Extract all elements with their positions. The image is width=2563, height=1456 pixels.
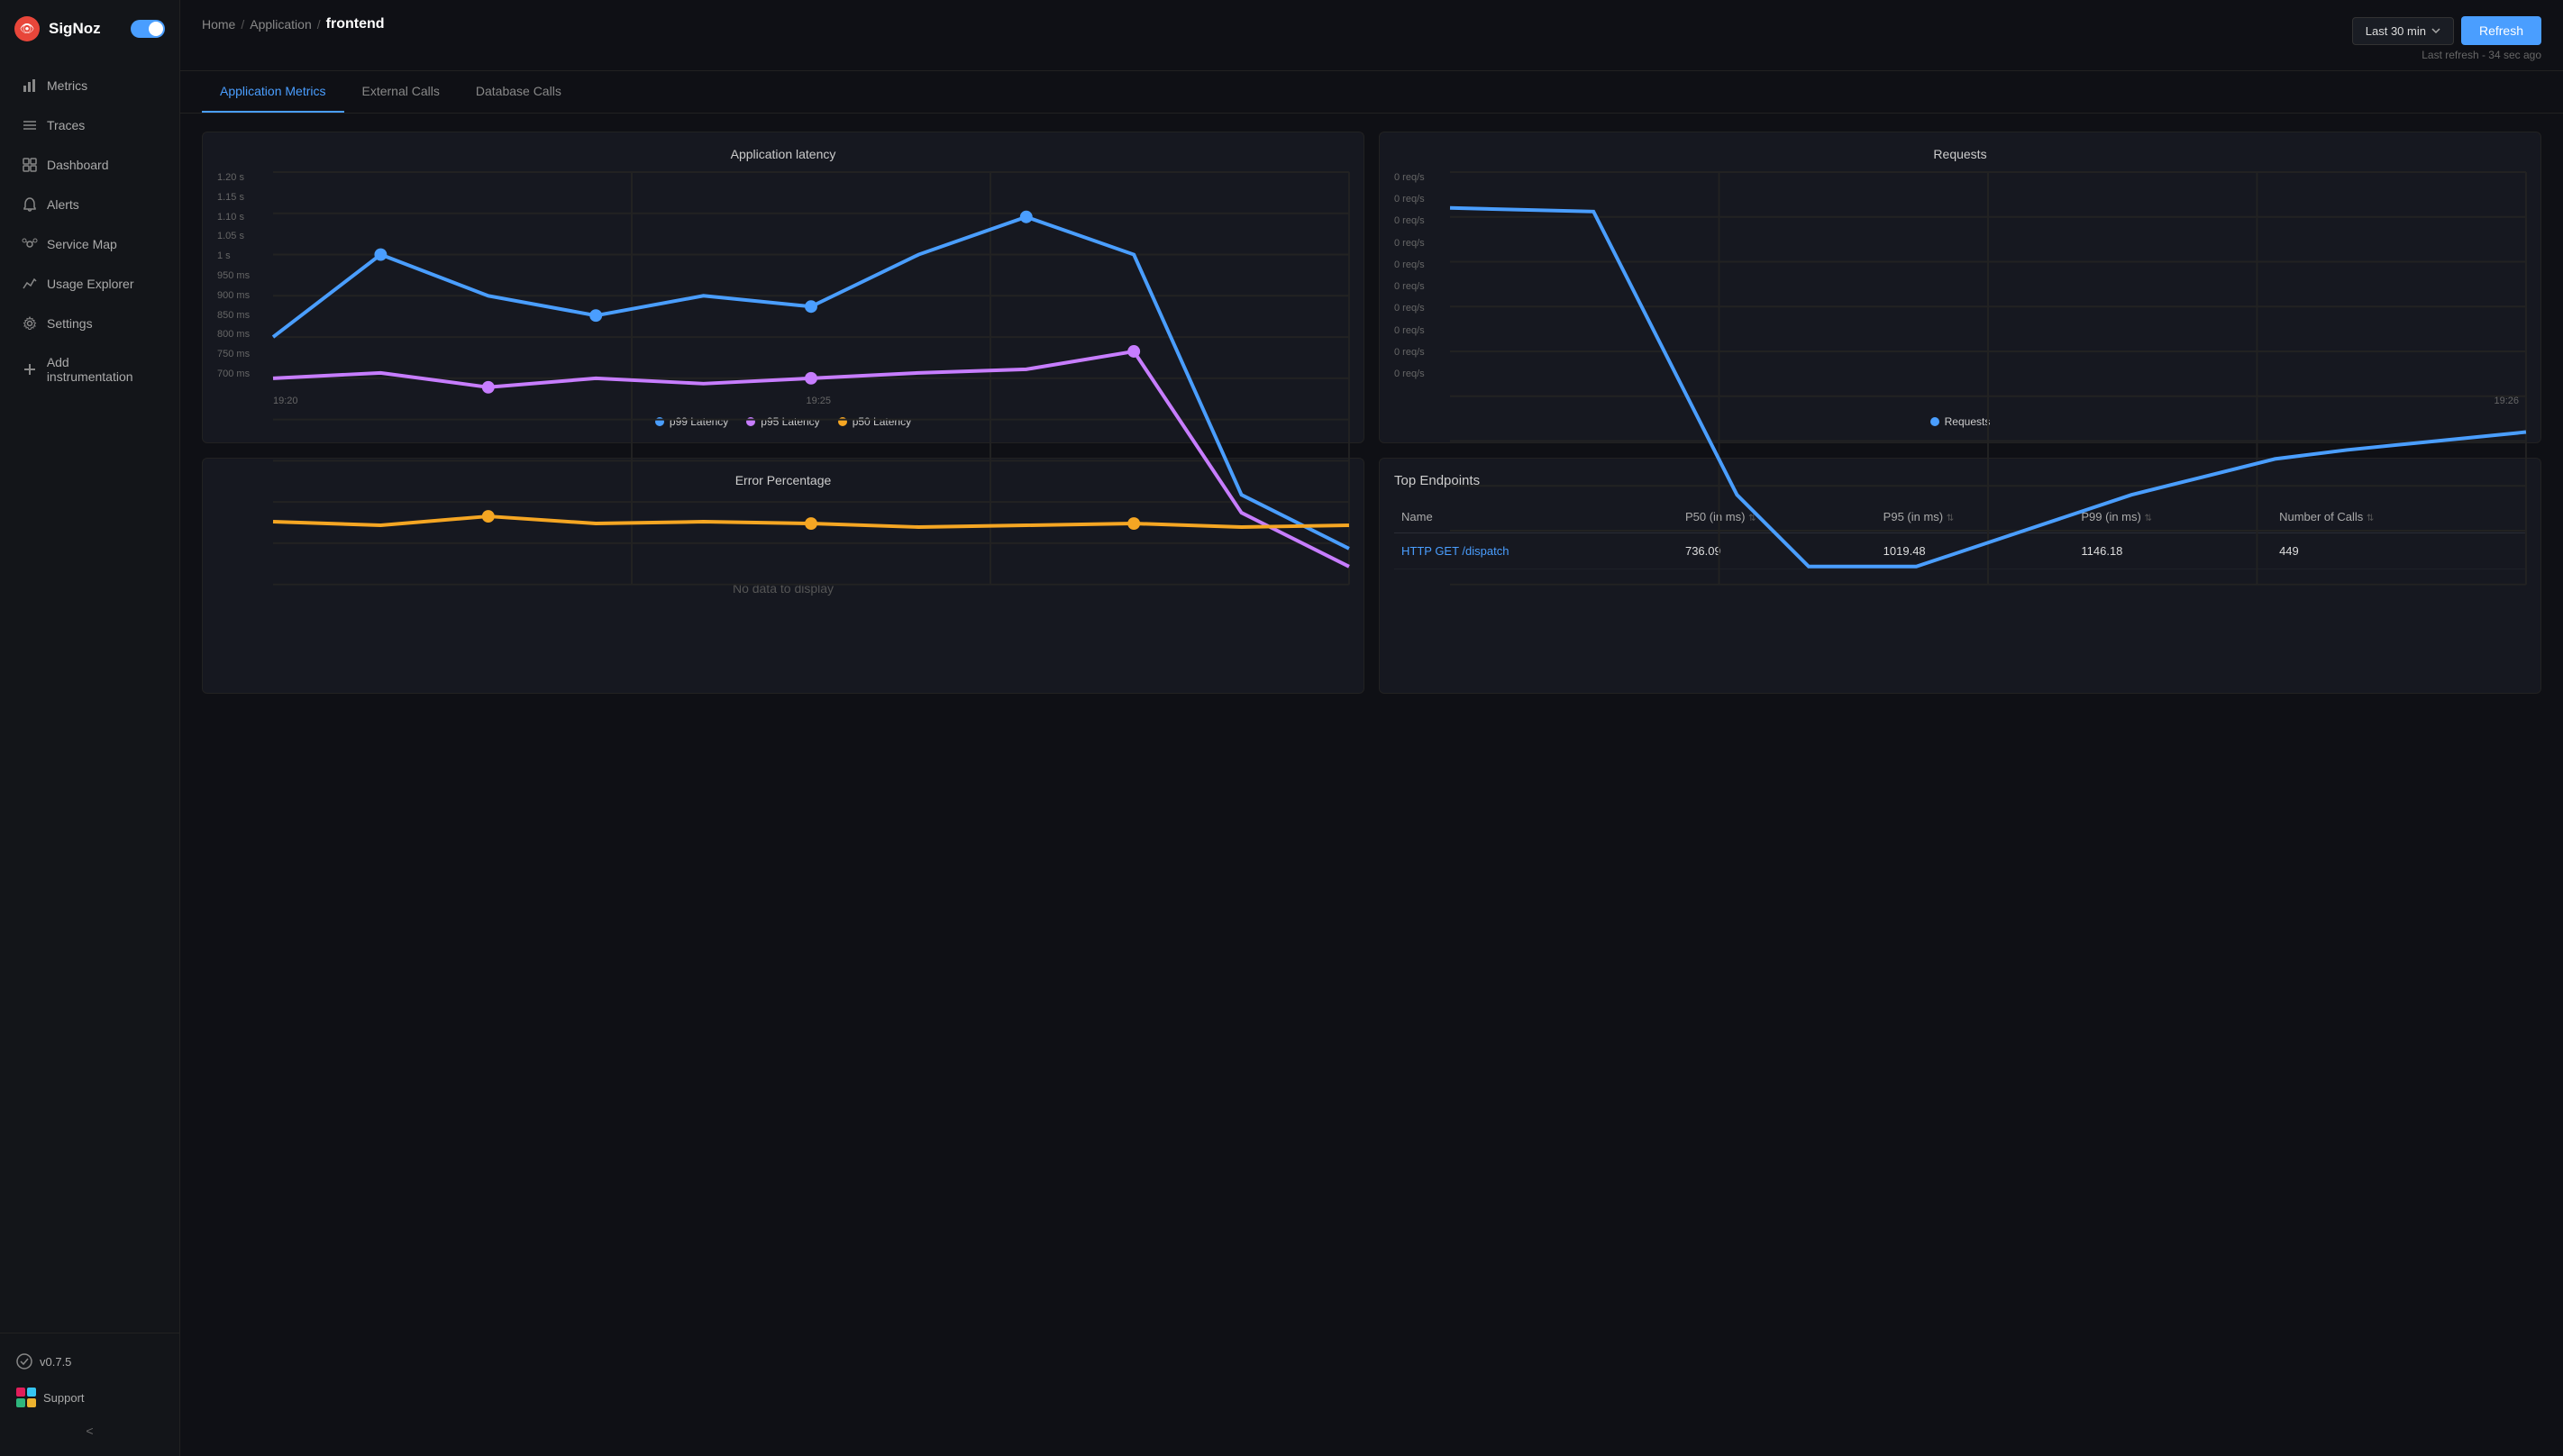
alerts-icon — [22, 196, 38, 213]
dashboard-icon — [22, 157, 38, 173]
requests-chart-card: Requests 0 req/s 0 req/s 0 req/s 0 req/s… — [1379, 132, 2541, 443]
page-content: Application latency 1.20 s 1.15 s 1.10 s… — [180, 114, 2563, 1456]
breadcrumb-current: frontend — [326, 16, 385, 32]
check-circle-icon — [16, 1353, 32, 1370]
top-charts-grid: Application latency 1.20 s 1.15 s 1.10 s… — [202, 132, 2541, 443]
last-refresh-text: Last refresh - 34 sec ago — [2422, 49, 2541, 61]
page-header: Home / Application / frontend Last 30 mi… — [180, 0, 2563, 71]
toggle-knob — [149, 22, 163, 36]
sidebar-item-alerts[interactable]: Alerts — [7, 186, 172, 223]
sidebar-toggle[interactable] — [131, 20, 165, 38]
latency-chart-title: Application latency — [217, 147, 1349, 161]
tab-application-metrics[interactable]: Application Metrics — [202, 71, 344, 113]
time-range-selector[interactable]: Last 30 min — [2352, 17, 2454, 45]
tabs-bar: Application Metrics External Calls Datab… — [180, 71, 2563, 114]
sidebar-item-metrics[interactable]: Metrics — [7, 67, 172, 105]
sidebar-item-dashboard[interactable]: Dashboard — [7, 146, 172, 184]
requests-x-labels: 19:26 — [1450, 396, 2526, 406]
sidebar-item-label-traces: Traces — [47, 118, 85, 132]
tab-database-calls[interactable]: Database Calls — [458, 71, 579, 113]
signoz-logo-icon: 👁 — [14, 16, 40, 41]
main-content: Home / Application / frontend Last 30 mi… — [180, 0, 2563, 1456]
sidebar-logo: 👁 SigNoz — [0, 0, 179, 58]
sidebar-item-label-dashboard: Dashboard — [47, 158, 109, 172]
sidebar-item-label-usage-explorer: Usage Explorer — [47, 277, 134, 291]
toggle-switch[interactable] — [131, 20, 165, 38]
sidebar-item-settings[interactable]: Settings — [7, 305, 172, 342]
support-slack-icon — [16, 1388, 36, 1407]
latency-x-labels: 19:20 19:25 — — [273, 396, 1349, 406]
header-controls: Last 30 min Refresh — [2352, 16, 2541, 45]
latency-chart-svg — [273, 172, 1349, 585]
sidebar-bottom: v0.7.5 Support < — [0, 1333, 179, 1456]
breadcrumb-home[interactable]: Home — [202, 17, 235, 32]
sidebar-version: v0.7.5 — [7, 1344, 172, 1379]
breadcrumb-application[interactable]: Application — [250, 17, 312, 32]
breadcrumb: Home / Application / frontend — [202, 16, 385, 32]
sidebar-item-service-map[interactable]: Service Map — [7, 225, 172, 263]
header-right: Last 30 min Refresh Last refresh - 34 se… — [2352, 16, 2541, 61]
requests-chart-svg — [1450, 172, 2526, 585]
sidebar-item-label-metrics: Metrics — [47, 78, 87, 93]
sidebar-item-label-add-instrumentation: Add instrumentation — [47, 355, 158, 384]
requests-chart-area: 0 req/s 0 req/s 0 req/s 0 req/s 0 req/s … — [1394, 172, 2526, 406]
traces-icon — [22, 117, 38, 133]
breadcrumb-sep-1: / — [241, 17, 244, 32]
sidebar: 👁 SigNoz Metrics Traces Dashboard — [0, 0, 180, 1456]
latency-chart-card: Application latency 1.20 s 1.15 s 1.10 s… — [202, 132, 1364, 443]
latency-y-axis: 1.20 s 1.15 s 1.10 s 1.05 s 1 s 950 ms 9… — [217, 172, 269, 379]
sidebar-collapse-button[interactable]: < — [7, 1416, 172, 1445]
sidebar-item-add-instrumentation[interactable]: Add instrumentation — [7, 344, 172, 395]
service-map-icon — [22, 236, 38, 252]
refresh-button[interactable]: Refresh — [2461, 16, 2541, 45]
sidebar-item-usage-explorer[interactable]: Usage Explorer — [7, 265, 172, 303]
sidebar-item-label-alerts: Alerts — [47, 197, 79, 212]
latency-chart-area: 1.20 s 1.15 s 1.10 s 1.05 s 1 s 950 ms 9… — [217, 172, 1349, 406]
sidebar-support[interactable]: Support — [7, 1379, 172, 1416]
sidebar-item-label-settings: Settings — [47, 316, 93, 331]
tab-external-calls[interactable]: External Calls — [344, 71, 458, 113]
breadcrumb-sep-2: / — [317, 17, 321, 32]
requests-y-axis: 0 req/s 0 req/s 0 req/s 0 req/s 0 req/s … — [1394, 172, 1446, 379]
metrics-icon — [22, 77, 38, 94]
add-instrumentation-icon — [22, 361, 38, 378]
chevron-down-icon — [2431, 28, 2440, 33]
sidebar-item-label-service-map: Service Map — [47, 237, 117, 251]
settings-icon — [22, 315, 38, 332]
usage-explorer-icon — [22, 276, 38, 292]
requests-chart-title: Requests — [1394, 147, 2526, 161]
logo-text: SigNoz — [49, 20, 101, 38]
nav-menu: Metrics Traces Dashboard Alerts Service … — [0, 58, 179, 1333]
sidebar-item-traces[interactable]: Traces — [7, 106, 172, 144]
